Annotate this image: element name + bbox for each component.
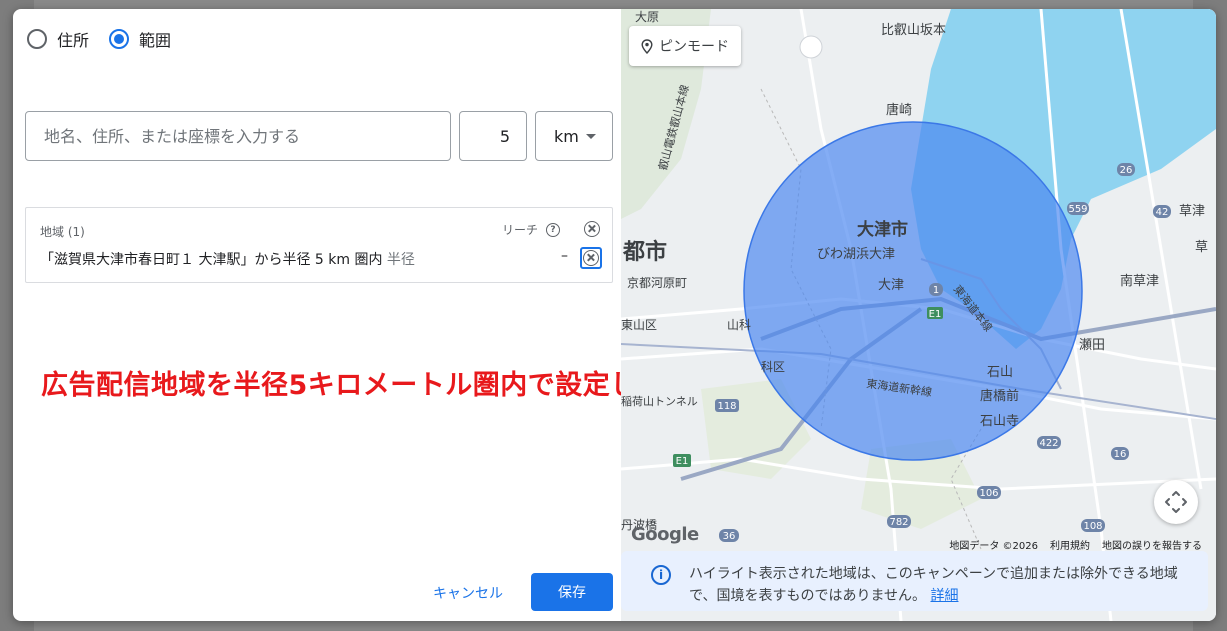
remove-all-icon[interactable] <box>584 221 600 237</box>
exclude-button[interactable]: – <box>561 248 568 264</box>
svg-text:E1: E1 <box>929 309 942 320</box>
pin-mode-label: ピンモード <box>659 39 729 55</box>
label-yamashina: 山科 <box>727 318 751 332</box>
help-icon[interactable]: ? <box>546 222 560 237</box>
label-ishiyamadera: 石山寺 <box>980 414 1019 429</box>
settings-pane: 住所 範囲 5 km 地域 (1) リーチ ? 「滋賀県大津市春日町１ 大津駅」… <box>13 9 692 621</box>
map-footer: 地図データ ©2026 利用規約 地図の誤りを報告する <box>949 537 1202 552</box>
radius-unit-select[interactable]: km <box>535 111 613 161</box>
label-hieizan: 比叡山坂本 <box>881 23 946 38</box>
label-tunnel: 稲荷山トンネル <box>621 395 698 408</box>
location-dialog: 住所 範囲 5 km 地域 (1) リーチ ? 「滋賀県大津市春日町１ 大津駅」… <box>13 9 1216 621</box>
svg-text:42: 42 <box>1156 207 1169 218</box>
svg-text:422: 422 <box>1039 438 1058 449</box>
region-entry: 「滋賀県大津市春日町１ 大津駅」から半径 5 km 圏内 半径 <box>40 249 415 269</box>
svg-text:26: 26 <box>1120 165 1133 176</box>
move-arrows-icon <box>1165 491 1187 513</box>
map-view[interactable]: 比叡山坂本 唐崎 大津市 びわ湖浜大津 大津 都市 京都河原町 東山区 山科 科… <box>621 9 1216 621</box>
caret-down-icon <box>586 134 596 139</box>
svg-text:1: 1 <box>933 285 939 296</box>
pin-mode-button[interactable]: ピンモード <box>629 26 741 66</box>
regions-count-label: 地域 (1) <box>40 225 85 239</box>
radio-unchecked-icon <box>27 29 47 49</box>
region-entry-type: 半径 <box>386 252 415 268</box>
map-data-credit: 地図データ ©2026 <box>949 541 1038 552</box>
radio-radius-label: 範囲 <box>139 31 172 50</box>
svg-text:36: 36 <box>723 531 736 542</box>
place-marker <box>799 35 823 59</box>
region-entry-text: 「滋賀県大津市春日町１ 大津駅」から半径 5 km 圏内 <box>40 252 383 268</box>
location-search-input[interactable] <box>25 111 451 161</box>
recenter-button[interactable] <box>1154 480 1198 524</box>
svg-text:782: 782 <box>889 517 908 528</box>
svg-text:559: 559 <box>1068 204 1087 215</box>
label-kusatsu1: 草津 <box>1179 204 1205 219</box>
svg-text:16: 16 <box>1114 449 1127 460</box>
google-logo: Google <box>631 524 699 545</box>
close-circle-icon <box>583 250 599 266</box>
radio-address-label: 住所 <box>57 31 90 50</box>
reach-header: リーチ ? <box>502 221 560 238</box>
label-kyoto-kawaramachi: 京都河原町 <box>627 276 687 290</box>
terms-link[interactable]: 利用規約 <box>1050 537 1090 552</box>
radio-checked-icon <box>109 29 130 49</box>
label-otsu-city: 大津市 <box>857 219 908 240</box>
details-link[interactable]: 詳細 <box>930 588 958 604</box>
label-biwako-otsu: びわ湖浜大津 <box>817 247 895 262</box>
unit-select-value: km <box>554 126 579 146</box>
label-higashiyama: 東山区 <box>621 318 657 332</box>
label-ohara: 大原 <box>635 10 659 24</box>
label-kusatsu2: 草 <box>1195 240 1208 255</box>
annotation-caption: 広告配信地域を半径5キロメートル圏内で設定した例 <box>41 370 693 401</box>
report-error-link[interactable]: 地図の誤りを報告する <box>1102 537 1202 552</box>
map-canvas: 比叡山坂本 唐崎 大津市 びわ湖浜大津 大津 都市 京都河原町 東山区 山科 科… <box>621 9 1216 621</box>
map-pin-icon <box>641 38 653 54</box>
svg-text:118: 118 <box>717 401 736 412</box>
label-yamashina-ku: 科区 <box>761 360 785 374</box>
label-minamikusatsu: 南草津 <box>1120 273 1159 289</box>
label-otsu: 大津 <box>878 278 904 293</box>
label-karasaki: 唐崎 <box>886 102 912 118</box>
radio-address[interactable]: 住所 <box>27 27 89 51</box>
radius-circle <box>743 121 1083 461</box>
info-icon: i <box>651 565 671 585</box>
info-banner: i ハイライト表示された地域は、このキャンペーンで追加または除外できる地域で、国… <box>621 551 1208 611</box>
radius-value-input[interactable]: 5 <box>459 111 527 161</box>
mode-radio-group: 住所 範囲 <box>27 27 191 51</box>
save-button[interactable]: 保存 <box>531 573 613 611</box>
svg-text:E1: E1 <box>676 456 689 467</box>
label-karahashimae: 唐橋前 <box>980 388 1019 404</box>
label-kyoto-city: 都市 <box>622 239 667 265</box>
svg-text:108: 108 <box>1083 521 1102 532</box>
reach-label: リーチ <box>501 223 538 237</box>
selected-regions-card: 地域 (1) リーチ ? 「滋賀県大津市春日町１ 大津駅」から半径 5 km 圏… <box>25 207 613 283</box>
radio-radius[interactable]: 範囲 <box>109 27 171 51</box>
svg-text:106: 106 <box>979 488 998 499</box>
label-ishiyama: 石山 <box>987 365 1013 380</box>
info-text: ハイライト表示された地域は、このキャンペーンで追加または除外できる地域で、国境を… <box>689 563 1199 607</box>
cancel-button[interactable]: キャンセル <box>433 583 503 603</box>
label-seta: 瀬田 <box>1079 338 1105 353</box>
remove-region-button[interactable] <box>580 247 602 269</box>
